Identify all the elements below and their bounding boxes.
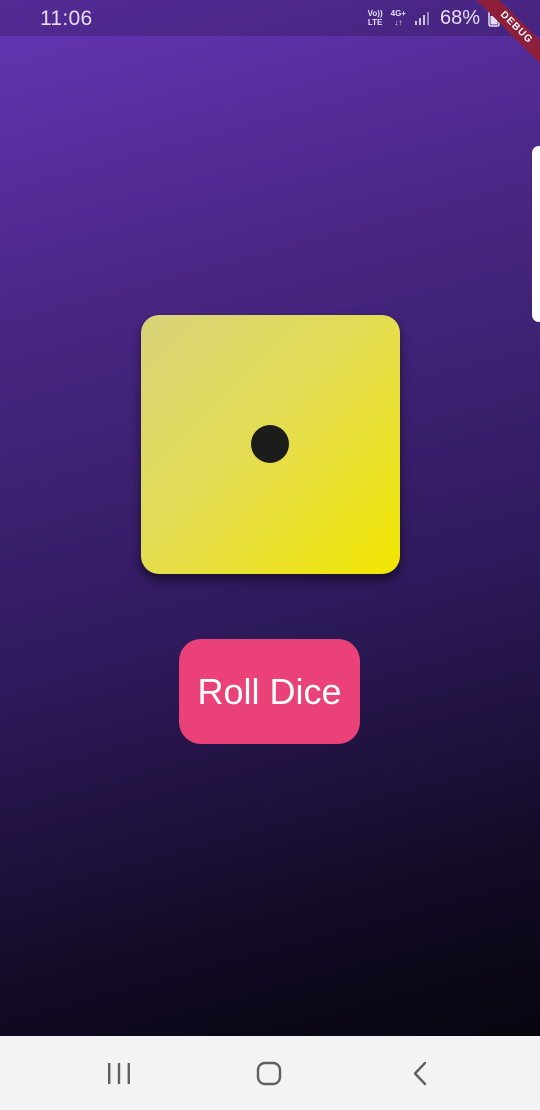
edge-panel-handle[interactable] [532,146,540,322]
roll-dice-button[interactable]: Roll Dice [179,639,360,744]
dice-face [141,315,400,574]
dice-pip [251,425,289,463]
volte-icon: Vo)) LTE [368,9,383,27]
network-4g-icon: 4G+ ↓↑ [391,9,406,27]
home-icon[interactable] [254,1060,284,1088]
navigation-bar [0,1036,540,1110]
network-arrows-text: ↓↑ [394,18,403,27]
back-icon[interactable] [406,1060,436,1088]
status-icons: Vo)) LTE 4G+ ↓↑ 68% [368,6,500,30]
recent-apps-icon[interactable] [104,1060,134,1088]
network-type-text: 4G+ [390,9,406,18]
volte-top-text: Vo)) [367,9,383,18]
app-screen: 11:06 Vo)) LTE 4G+ ↓↑ 68% DEBUG Roll Dic… [0,0,540,1110]
status-bar: 11:06 Vo)) LTE 4G+ ↓↑ 68% [0,0,540,36]
status-time: 11:06 [40,7,93,30]
battery-percent: 68% [439,6,480,29]
volte-bottom-text: LTE [367,18,383,27]
signal-icon [414,12,429,25]
